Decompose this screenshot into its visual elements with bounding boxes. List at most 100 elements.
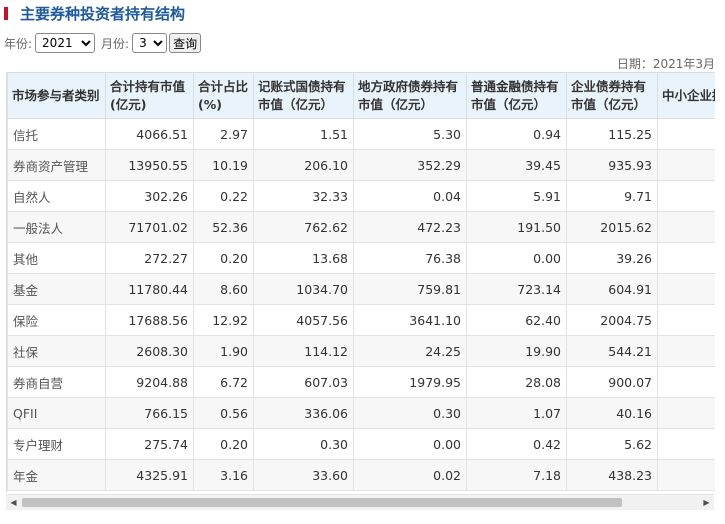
participant-type-cell: 基金 [7,273,106,305]
query-button[interactable]: 查询 [169,33,202,53]
table-row: 自然人 302.26 0.22 32.33 0.04 5.91 9.71 [7,180,715,212]
value-cell: 206.10 [253,149,354,181]
value-cell: 17688.56 [105,304,194,336]
value-cell: 0.04 [353,180,467,212]
title-bar: 主要券种投资者持有结构 [0,0,725,26]
value-cell: 7.18 [466,459,567,491]
participant-type-cell: 信托 [7,118,106,150]
value-cell [657,242,715,274]
table-row: 保险 17688.56 12.92 4057.56 3641.10 62.40 2004.7… [7,304,715,336]
value-cell: 76.38 [353,242,467,274]
value-cell: 5.91 [466,180,567,212]
table-row: 专户理财 275.74 0.20 0.30 0.00 0.42 5.62 [7,428,715,460]
header-financial-bond[interactable]: 普通金融债持有市值（亿元） [466,72,567,119]
value-cell: 336.06 [253,397,354,429]
header-local-gov-bond[interactable]: 地方政府债券持有市值（亿元） [353,72,467,119]
table-row: 券商自营 9204.88 6.72 607.03 1979.95 28.08 900.07 [7,366,715,398]
value-cell: 0.30 [353,397,467,429]
participant-type-cell: 一般法人 [7,211,106,243]
value-cell: 2.97 [193,118,254,150]
value-cell: 352.29 [353,149,467,181]
value-cell: 272.27 [105,242,194,274]
value-cell [657,428,715,460]
title-marker [4,7,8,20]
participant-type-cell: 其他 [7,242,106,274]
value-cell [657,149,715,181]
value-cell: 766.15 [105,397,194,429]
value-cell: 900.07 [566,366,658,398]
table-row: 券商资产管理 13950.55 10.19 206.10 352.29 39.45 935.… [7,149,715,181]
value-cell: 275.74 [105,428,194,460]
value-cell: 0.56 [193,397,254,429]
value-cell: 62.40 [466,304,567,336]
table-header-row: 市场参与者类别 合计持有市值(亿元) 合计占比(%) 记账式国债持有市值（亿元）… [7,72,715,119]
value-cell: 544.21 [566,335,658,367]
value-cell: 115.25 [566,118,658,150]
table-row: 其他 272.27 0.20 13.68 76.38 0.00 39.26 [7,242,715,274]
value-cell: 39.45 [466,149,567,181]
value-cell: 604.91 [566,273,658,305]
value-cell: 723.14 [466,273,567,305]
value-cell: 13950.55 [105,149,194,181]
header-treasury-bond[interactable]: 记账式国债持有市值（亿元） [253,72,354,119]
header-participant-type[interactable]: 市场参与者类别 [7,72,106,119]
value-cell: 8.60 [193,273,254,305]
value-cell: 52.36 [193,211,254,243]
value-cell: 438.23 [566,459,658,491]
value-cell: 2004.75 [566,304,658,336]
value-cell: 39.26 [566,242,658,274]
value-cell: 4057.56 [253,304,354,336]
year-label: 年份: [4,36,33,51]
value-cell: 1.07 [466,397,567,429]
value-cell [657,335,715,367]
value-cell: 19.90 [466,335,567,367]
month-label: 月份: [101,36,130,51]
table-row: 基金 11780.44 8.60 1034.70 759.81 723.14 604.91 [7,273,715,305]
value-cell: 2015.62 [566,211,658,243]
value-cell: 472.23 [353,211,467,243]
month-select[interactable]: 3 [132,33,168,53]
value-cell: 302.26 [105,180,194,212]
participant-type-cell: 券商自营 [7,366,106,398]
value-cell: 0.20 [193,428,254,460]
scroll-left-icon[interactable]: ◀ [6,495,21,510]
value-cell: 1.51 [253,118,354,150]
value-cell: 2608.30 [105,335,194,367]
table-container: 市场参与者类别 合计持有市值(亿元) 合计占比(%) 记账式国债持有市值（亿元）… [6,72,715,492]
value-cell: 5.30 [353,118,467,150]
value-cell: 762.62 [253,211,354,243]
participant-type-cell: 社保 [7,335,106,367]
value-cell: 9.71 [566,180,658,212]
participant-type-cell: QFII [7,397,106,429]
table-row: 社保 2608.30 1.90 114.12 24.25 19.90 544.21 [7,335,715,367]
header-total-market-value[interactable]: 合计持有市值(亿元) [105,72,194,119]
scrollbar-thumb[interactable] [22,498,622,507]
table-row: 信托 4066.51 2.97 1.51 5.30 0.94 115.25 [7,118,715,150]
header-total-share[interactable]: 合计占比(%) [193,72,254,119]
value-cell: 6.72 [193,366,254,398]
horizontal-scrollbar[interactable]: ◀ ▶ [6,494,714,510]
value-cell [657,118,715,150]
year-select[interactable]: 2021 [35,33,96,53]
value-cell [657,304,715,336]
value-cell: 71701.02 [105,211,194,243]
table-row: 年金 4325.91 3.16 33.60 0.02 7.18 438.23 [7,459,715,491]
participant-type-cell: 保险 [7,304,106,336]
scroll-right-icon[interactable]: ▶ [699,495,714,510]
value-cell: 32.33 [253,180,354,212]
value-cell: 1979.95 [353,366,467,398]
value-cell: 1034.70 [253,273,354,305]
header-sme-bond[interactable]: 中小企业持有市值 [657,72,715,119]
header-enterprise-bond[interactable]: 企业债券持有市值（亿元） [566,72,658,119]
value-cell: 0.20 [193,242,254,274]
value-cell [657,459,715,491]
value-cell [657,273,715,305]
value-cell: 10.19 [193,149,254,181]
page-title: 主要券种投资者持有结构 [20,5,186,23]
value-cell: 191.50 [466,211,567,243]
holdings-table: 市场参与者类别 合计持有市值(亿元) 合计占比(%) 记账式国债持有市值（亿元）… [7,72,715,491]
value-cell: 12.92 [193,304,254,336]
value-cell: 3641.10 [353,304,467,336]
participant-type-cell: 自然人 [7,180,106,212]
value-cell: 3 [657,211,715,243]
